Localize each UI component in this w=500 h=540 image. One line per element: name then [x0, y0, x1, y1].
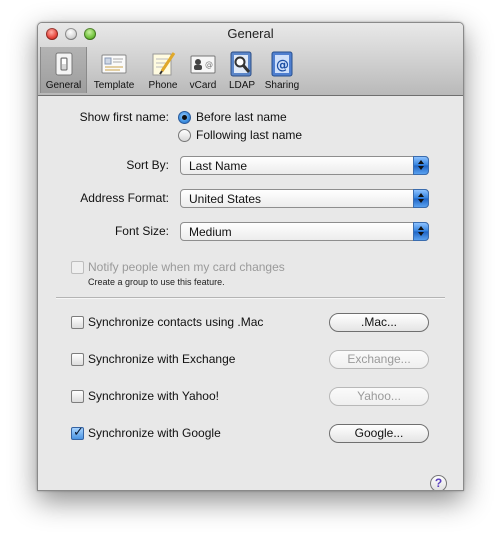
svg-text:@: @ [276, 58, 289, 73]
sync-google-checkbox[interactable]: ✓ [71, 424, 84, 440]
sharing-at-icon: @ [268, 50, 296, 78]
sync-yahoo-checkbox[interactable] [71, 390, 84, 403]
yahoo-button[interactable]: Yahoo... [329, 387, 429, 406]
exchange-button[interactable]: Exchange... [329, 350, 429, 369]
sync-google-label[interactable]: Synchronize with Google [88, 426, 221, 440]
titlebar: General General Template Phone @ vCard L… [38, 23, 463, 96]
sync-mac-label[interactable]: Synchronize contacts using .Mac [88, 315, 263, 329]
show-first-name-label: Show first name: [79, 110, 169, 124]
vcard-icon: @ [189, 50, 217, 78]
toolbar-label: Phone [148, 80, 178, 91]
ldap-magnifier-icon [228, 50, 256, 78]
mac-button[interactable]: .Mac... [329, 313, 429, 332]
font-size-popup[interactable]: Medium [180, 222, 429, 241]
address-format-label: Address Format: [80, 191, 169, 205]
toolbar-label: LDAP [228, 80, 256, 91]
toolbar-ldap[interactable]: LDAP [225, 47, 259, 93]
address-format-popup[interactable]: United States [180, 189, 429, 208]
phone-pencil-icon [149, 50, 177, 78]
window-title: General [227, 26, 274, 41]
toolbar-vcard[interactable]: @ vCard [185, 47, 221, 93]
notify-checkbox[interactable] [71, 261, 84, 274]
notify-note: Create a group to use this feature. [88, 277, 225, 287]
section-divider [56, 297, 445, 299]
general-pane: Show first name: Before last name Follow… [38, 96, 463, 490]
sync-exchange-checkbox[interactable] [71, 353, 84, 366]
sync-mac-checkbox[interactable] [71, 316, 84, 329]
sort-by-popup[interactable]: Last Name [180, 156, 429, 175]
font-size-label: Font Size: [114, 224, 169, 238]
toolbar-general[interactable]: General [40, 47, 87, 93]
template-card-icon [100, 50, 128, 78]
sync-exchange-label[interactable]: Synchronize with Exchange [88, 352, 235, 366]
radio-before-last-name-label[interactable]: Before last name [196, 110, 287, 124]
light-switch-icon [50, 50, 78, 78]
sort-by-label: Sort By: [126, 158, 169, 172]
help-button[interactable]: ? [430, 475, 447, 490]
radio-before-last-name[interactable] [178, 111, 191, 124]
toolbar-label: vCard [189, 80, 217, 91]
radio-following-last-name-label[interactable]: Following last name [196, 128, 302, 142]
radio-following-last-name[interactable] [178, 129, 191, 142]
popup-arrows-icon [413, 222, 429, 241]
toolbar-sharing[interactable]: @ Sharing [261, 47, 303, 93]
sort-by-value: Last Name [189, 159, 248, 173]
font-size-value: Medium [189, 225, 232, 239]
popup-arrows-icon [413, 156, 429, 175]
preferences-window: General General Template Phone @ vCard L… [37, 22, 464, 491]
toolbar-label: Template [93, 80, 135, 91]
svg-text:@: @ [205, 60, 213, 69]
checkmark-icon: ✓ [73, 424, 84, 439]
google-button[interactable]: Google... [329, 424, 429, 443]
toolbar-template[interactable]: Template [88, 47, 140, 93]
notify-label: Notify people when my card changes [88, 260, 285, 274]
toolbar-label: Sharing [264, 80, 300, 91]
address-format-value: United States [189, 192, 262, 206]
popup-arrows-icon [413, 189, 429, 208]
toolbar-label: General [45, 80, 82, 91]
sync-yahoo-label[interactable]: Synchronize with Yahoo! [88, 389, 219, 403]
toolbar-phone[interactable]: Phone [143, 47, 183, 93]
